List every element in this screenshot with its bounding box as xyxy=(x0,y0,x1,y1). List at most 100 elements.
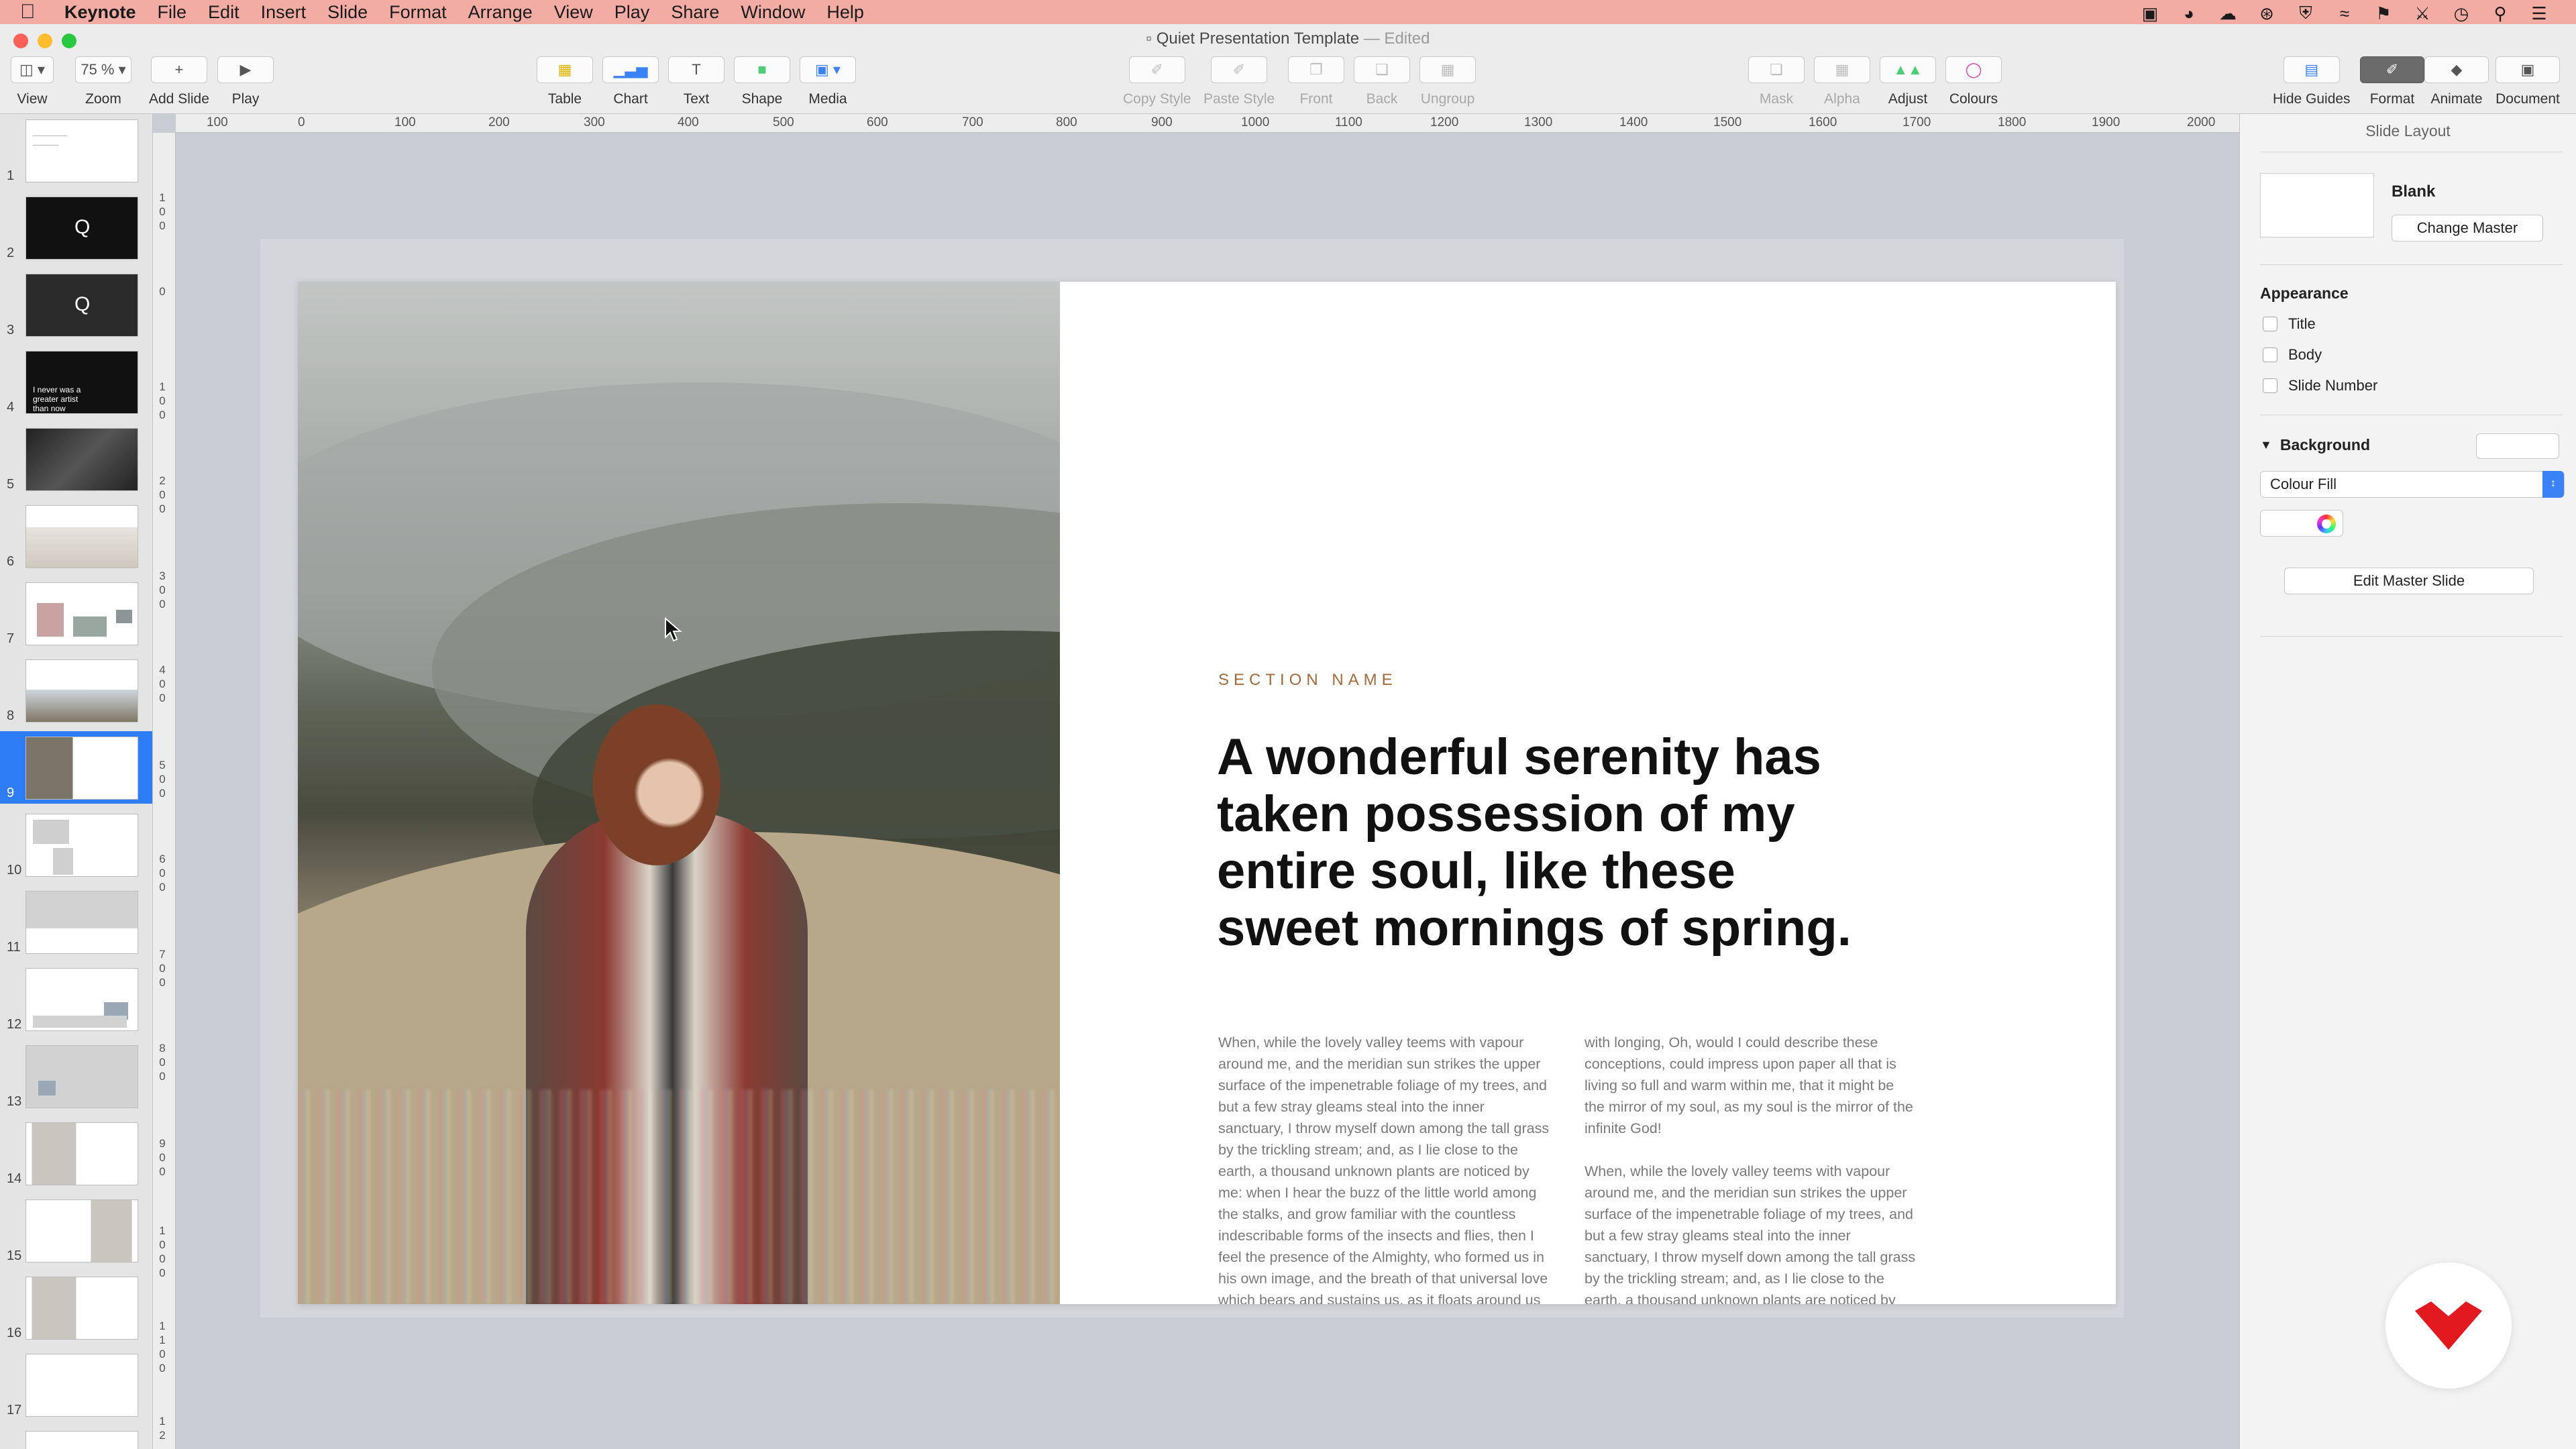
copy-style-tool[interactable]: ✐ Copy Style xyxy=(1123,56,1191,107)
fill-type-select[interactable]: Colour Fill ↕ xyxy=(2260,471,2565,498)
vertical-ruler[interactable]: 100 0 100 200 300 400 500 600 700 800 90… xyxy=(153,133,176,1449)
ungroup-tool[interactable]: ▦ Ungroup xyxy=(1419,56,1476,107)
slide-thumb-1[interactable]: ──────── ────── 1 xyxy=(0,114,152,186)
slide[interactable]: SECTION NAME A wonderful serenity has ta… xyxy=(298,282,2116,1304)
horizontal-ruler[interactable]: 100 0 100 200 300 400 500 600 700 800 90… xyxy=(176,114,2239,133)
screen-share-icon[interactable]: ▣ xyxy=(2140,3,2160,24)
menu-insert[interactable]: Insert xyxy=(261,2,307,23)
format-tool[interactable]: ✐ Format xyxy=(2360,56,2424,107)
menu-file[interactable]: File xyxy=(158,2,187,23)
ungroup-icon[interactable]: ▦ xyxy=(1419,56,1476,83)
slide-headline[interactable]: A wonderful serenity has taken possessio… xyxy=(1217,729,1888,957)
mask-icon[interactable]: ❏ xyxy=(1748,56,1805,83)
document-tool[interactable]: ▣ Document xyxy=(2496,56,2560,107)
plus-icon[interactable]: + xyxy=(150,56,207,83)
shape-tool[interactable]: ■ Shape xyxy=(734,56,790,107)
disclosure-triangle-icon[interactable]: ▼ xyxy=(2260,438,2272,452)
background-heading[interactable]: ▼ Background xyxy=(2260,436,2370,454)
gauge-icon[interactable]: ◕ xyxy=(2179,3,2199,24)
view-tool[interactable]: ◫ ▾ View xyxy=(11,56,54,107)
animate-diamond-icon[interactable]: ◆ xyxy=(2424,56,2489,83)
chart-icon[interactable]: ▁▃▅ xyxy=(602,56,659,83)
menu-arrange[interactable]: Arrange xyxy=(468,2,533,23)
slide-thumb-15[interactable]: 15 xyxy=(0,1194,152,1267)
mask-tool[interactable]: ❏ Mask xyxy=(1748,56,1805,107)
menu-slide[interactable]: Slide xyxy=(327,2,368,23)
slide-thumb-16[interactable]: 16 xyxy=(0,1271,152,1344)
slide-thumb-5[interactable]: 5 xyxy=(0,423,152,495)
text-tool[interactable]: T Text xyxy=(668,56,724,107)
checkbox-box[interactable] xyxy=(2263,347,2277,362)
zoom-tool[interactable]: 75 % ▾ Zoom xyxy=(75,56,131,107)
slide-thumb-7[interactable]: 7 xyxy=(0,577,152,649)
slide-thumb-6[interactable]: 6 xyxy=(0,500,152,572)
menu-window[interactable]: Window xyxy=(741,2,805,23)
slide-thumb-14[interactable]: 14 xyxy=(0,1117,152,1189)
paste-style-tool[interactable]: ✐ Paste Style xyxy=(1203,56,1275,107)
colour-well[interactable] xyxy=(2260,510,2343,537)
body-text-column-1[interactable]: When, while the lovely valley teems with… xyxy=(1218,1032,1554,1304)
clock-icon[interactable]: ◷ xyxy=(2451,3,2471,24)
brush-paste-icon[interactable]: ✐ xyxy=(1211,56,1268,83)
brush-icon[interactable]: ✐ xyxy=(1128,56,1185,83)
hide-guides-tool[interactable]: ▤ Hide Guides xyxy=(2273,56,2351,107)
search-icon[interactable]: ⚲ xyxy=(2490,3,2510,24)
colours-tool[interactable]: ◯ Colours xyxy=(1945,56,2002,107)
play-icon[interactable]: ▶ xyxy=(217,56,274,83)
shape-icon[interactable]: ■ xyxy=(734,56,790,83)
slide-thumb-12[interactable]: 12 xyxy=(0,963,152,1035)
slide-thumb-13[interactable]: 13 xyxy=(0,1040,152,1112)
guides-icon[interactable]: ▤ xyxy=(2283,56,2340,83)
body-text-column-2[interactable]: with longing, Oh, would I could describe… xyxy=(1585,1032,1920,1304)
wifi-icon[interactable]: ≈ xyxy=(2334,3,2355,24)
colour-wheel-icon[interactable] xyxy=(2317,515,2336,533)
adjust-tool[interactable]: ▲▲ Adjust xyxy=(1880,56,1936,107)
alpha-tool[interactable]: ▦ Alpha xyxy=(1814,56,1870,107)
slide-thumb-10[interactable]: 10 xyxy=(0,808,152,881)
slide-photo[interactable] xyxy=(298,282,1060,1304)
slide-thumb-11[interactable]: 11 xyxy=(0,885,152,958)
chart-tool[interactable]: ▁▃▅ Chart xyxy=(602,56,659,107)
slide-thumb-4[interactable]: I never was a greater artist than now 4 xyxy=(0,345,152,418)
edit-master-slide-button[interactable]: Edit Master Slide xyxy=(2284,568,2534,594)
slide-thumb-17[interactable]: 17 xyxy=(0,1348,152,1421)
menu-format[interactable]: Format xyxy=(389,2,447,23)
alpha-icon[interactable]: ▦ xyxy=(1814,56,1870,83)
menu-help[interactable]: Help xyxy=(826,2,864,23)
media-icon[interactable]: ▣ ▾ xyxy=(800,56,856,83)
body-checkbox[interactable]: Body xyxy=(2263,346,2322,364)
play-tool[interactable]: ▶ Play xyxy=(217,56,274,107)
checkbox-box[interactable] xyxy=(2263,317,2277,331)
table-icon[interactable]: ▦ xyxy=(537,56,593,83)
back-tool[interactable]: ❏ Back xyxy=(1354,56,1410,107)
front-tool[interactable]: ❐ Front xyxy=(1288,56,1344,107)
menu-app-name[interactable]: Keynote xyxy=(64,2,136,23)
change-master-button[interactable]: Change Master xyxy=(2392,215,2543,241)
add-slide-tool[interactable]: + Add Slide xyxy=(149,56,209,107)
slide-thumb-18[interactable]: 18 xyxy=(0,1426,152,1449)
slide-canvas[interactable]: SECTION NAME A wonderful serenity has ta… xyxy=(176,133,2239,1449)
menu-share[interactable]: Share xyxy=(671,2,719,23)
flag-icon[interactable]: ⚑ xyxy=(2373,3,2394,24)
slide-number-checkbox[interactable]: Slide Number xyxy=(2263,377,2377,394)
text-icon[interactable]: T xyxy=(668,56,724,83)
colour-wheel-icon[interactable]: ◯ xyxy=(1945,56,2002,83)
master-thumbnail[interactable] xyxy=(2260,173,2374,237)
background-colour-swatch[interactable] xyxy=(2476,433,2559,459)
menu-icon[interactable]: ☰ xyxy=(2529,3,2549,24)
table-tool[interactable]: ▦ Table xyxy=(537,56,593,107)
send-back-icon[interactable]: ❏ xyxy=(1354,56,1410,83)
zoom-select[interactable]: 75 % ▾ xyxy=(75,56,131,83)
menu-play[interactable]: Play xyxy=(614,2,650,23)
animate-tool[interactable]: ◆ Animate xyxy=(2424,56,2489,107)
bluetooth-icon[interactable]: ⚔ xyxy=(2412,3,2432,24)
sidebar-icon[interactable]: ◫ ▾ xyxy=(11,56,54,83)
slide-thumb-9[interactable]: 9 xyxy=(0,731,152,804)
cloud-icon[interactable]: ☁ xyxy=(2218,3,2238,24)
title-checkbox[interactable]: Title xyxy=(2263,315,2316,333)
section-name[interactable]: SECTION NAME xyxy=(1218,671,1397,690)
menu-edit[interactable]: Edit xyxy=(208,2,239,23)
apple-icon[interactable]:  xyxy=(20,1,50,23)
slide-thumb-2[interactable]: Q2 xyxy=(0,191,152,264)
checkbox-box[interactable] xyxy=(2263,378,2277,393)
